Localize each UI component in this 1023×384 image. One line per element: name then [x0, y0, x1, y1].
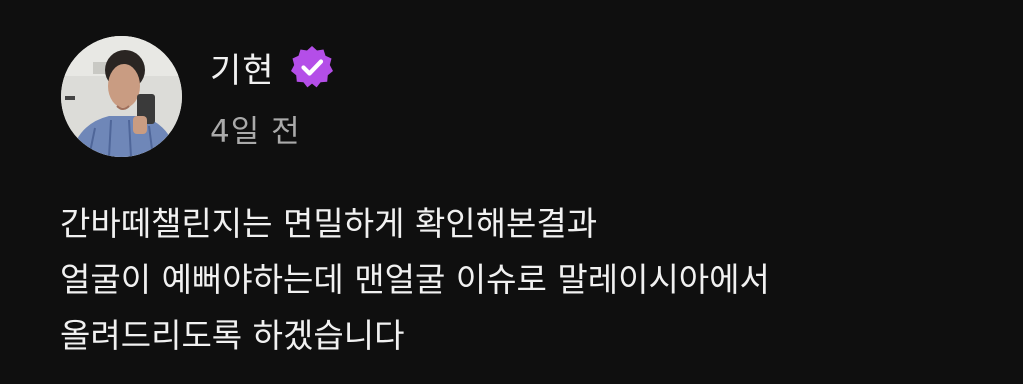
post-body: 간바떼챌린지는 면밀하게 확인해본결과 얼굴이 예뻐야하는데 맨얼굴 이슈로 말… — [60, 196, 1000, 364]
post-text-line: 올려드리도록 하겠습니다 — [60, 316, 405, 355]
post-header: 기현 4일 전 — [210, 44, 335, 151]
post-timestamp: 4일 전 — [210, 114, 301, 150]
community-post: 기현 4일 전 간바떼챌린지는 면밀하게 확인해본결과 얼굴이 예뻐야하는데 맨… — [0, 0, 1023, 384]
verified-badge-icon — [289, 44, 335, 90]
author-avatar[interactable] — [61, 36, 182, 157]
author-name[interactable]: 기현 — [210, 43, 275, 92]
post-text-line: 간바떼챌린지는 면밀하게 확인해본결과 — [60, 204, 598, 243]
post-text-line: 얼굴이 예뻐야하는데 맨얼굴 이슈로 말레이시아에서 — [60, 260, 770, 299]
avatar-photo — [61, 36, 182, 157]
author-row: 기현 — [210, 43, 335, 92]
